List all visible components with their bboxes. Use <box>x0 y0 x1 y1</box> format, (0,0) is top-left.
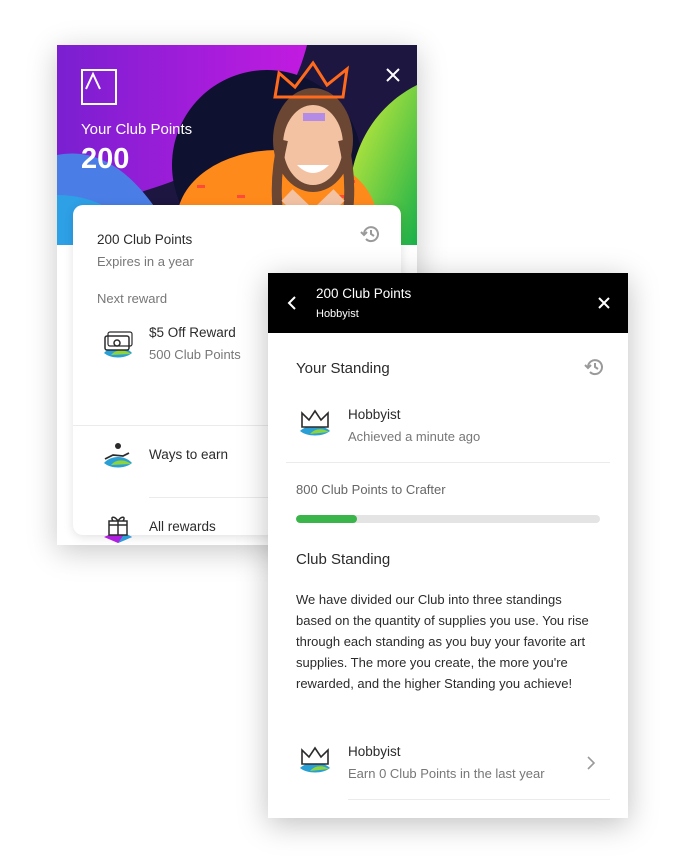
club-standing-heading: Club Standing <box>296 551 391 568</box>
next-reward-points: 500 Club Points <box>149 347 241 362</box>
close-icon[interactable] <box>594 293 614 313</box>
divider <box>286 462 610 463</box>
points-summary-title: 200 Club Points <box>97 232 193 247</box>
history-icon[interactable] <box>359 223 381 245</box>
divider <box>348 799 610 800</box>
current-tier-achieved: Achieved a minute ago <box>348 429 481 444</box>
close-icon[interactable] <box>383 65 403 85</box>
a-logo-icon <box>81 69 117 105</box>
crown-icon <box>298 746 332 776</box>
club-points-label: Your Club Points <box>81 121 193 138</box>
standing-header: 200 Club Points Hobbyist <box>268 273 628 333</box>
next-reward-title: $5 Off Reward <box>149 325 236 340</box>
hand-coin-icon <box>101 439 135 473</box>
all-rewards-label: All rewards <box>149 519 216 534</box>
club-points-value: 200 <box>81 143 130 175</box>
progress-fill <box>296 515 357 523</box>
progress-bar <box>296 515 600 523</box>
current-tier-name: Hobbyist <box>348 407 401 422</box>
gift-icon <box>101 511 135 545</box>
ways-to-earn-label: Ways to earn <box>149 447 229 462</box>
header-title: 200 Club Points <box>316 286 412 301</box>
next-reward-label: Next reward <box>97 291 168 306</box>
money-icon <box>101 327 135 361</box>
tier-item-name[interactable]: Hobbyist <box>348 744 401 759</box>
standing-panel: 200 Club Points Hobbyist Your Standing H… <box>268 273 628 818</box>
your-standing-heading: Your Standing <box>296 360 390 377</box>
header-subtitle: Hobbyist <box>316 308 359 320</box>
tier-item-requirement: Earn 0 Club Points in the last year <box>348 766 545 781</box>
progress-label: 800 Club Points to Crafter <box>296 482 446 497</box>
chevron-right-icon[interactable] <box>584 754 598 772</box>
points-expiry: Expires in a year <box>97 254 194 269</box>
crown-icon <box>298 409 332 439</box>
club-standing-description: We have divided our Club into three stan… <box>296 592 589 691</box>
chevron-left-icon[interactable] <box>282 293 302 313</box>
history-icon[interactable] <box>583 356 605 378</box>
